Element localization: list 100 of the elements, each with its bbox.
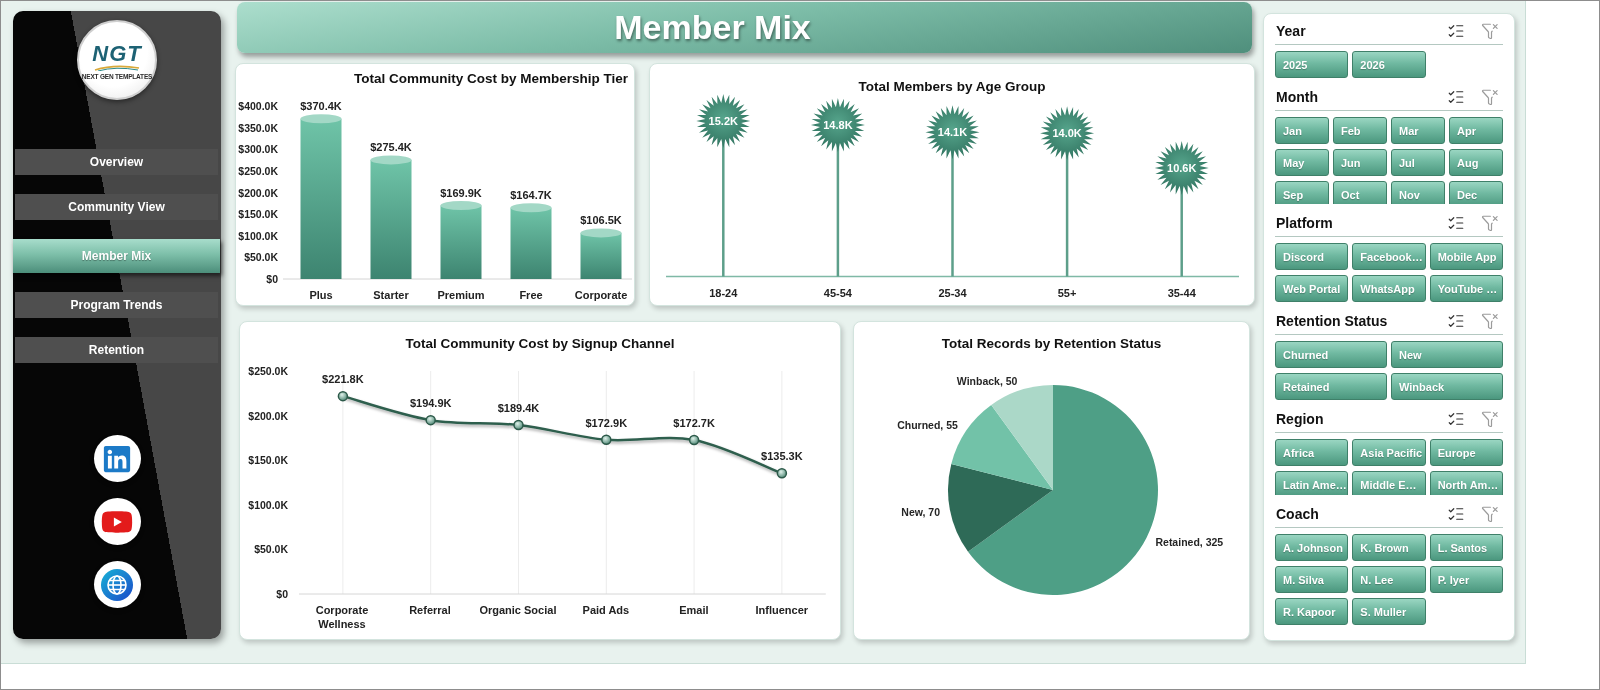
data-label: 15.2K — [708, 115, 738, 127]
data-point — [337, 390, 349, 402]
category-label: 18-24 — [709, 287, 738, 299]
swoosh-icon — [94, 65, 140, 72]
linkedin-icon — [102, 443, 132, 474]
globe-icon — [101, 568, 133, 601]
data-label: $172.9K — [585, 416, 628, 429]
category-label: Premium — [437, 289, 485, 301]
slicer-button[interactable]: Mobile App — [1429, 243, 1503, 270]
data-label: 14.8K — [823, 119, 853, 132]
slicer-button[interactable]: Web Portal — [1275, 275, 1349, 302]
data-label: Winback, 50 — [956, 374, 1018, 387]
category-label: Corporate Wellness — [314, 603, 370, 631]
chart-title: Total Community Cost by Signup Channel — [404, 335, 676, 353]
slicer-button[interactable]: M. Silva — [1275, 566, 1349, 593]
category-label: Organic Social — [479, 603, 557, 618]
clear-filter-icon[interactable] — [1481, 409, 1499, 428]
clear-filter-icon[interactable] — [1481, 21, 1499, 40]
data-label: Churned, 55 — [897, 419, 958, 432]
slicer-button[interactable]: P. Iyer — [1429, 566, 1503, 593]
data-label: $106.5K — [580, 213, 622, 226]
axis-label: $150.0K — [248, 454, 288, 467]
slicer-button[interactable]: May — [1275, 149, 1329, 176]
slicer-button[interactable]: R. Kapoor — [1275, 598, 1349, 625]
slicer-button[interactable]: Churned — [1275, 341, 1387, 368]
axis-label: $50.0K — [244, 251, 278, 264]
axis-label: $0 — [266, 273, 278, 285]
axis-label: $200.0K — [248, 409, 288, 422]
linkedin-button[interactable] — [93, 435, 141, 482]
clear-filter-icon[interactable] — [1481, 311, 1499, 330]
category-label: Plus — [309, 289, 333, 301]
slicer-button[interactable]: Apr — [1449, 117, 1503, 144]
slicer-button[interactable]: Latin Ame… — [1275, 471, 1349, 495]
clear-filter-icon[interactable] — [1481, 213, 1499, 232]
nav-item[interactable]: Community View — [15, 194, 218, 220]
data-point — [601, 434, 612, 445]
data-label: $172.7K — [673, 416, 715, 429]
axis-label: $150.0K — [238, 208, 278, 221]
nav-item[interactable]: Retention — [15, 337, 218, 363]
slicer-title: Retention Status — [1276, 312, 1389, 329]
slicer-title: Month — [1276, 88, 1319, 105]
category-label: Corporate — [574, 289, 628, 301]
slicer-button[interactable]: Oct — [1333, 181, 1387, 204]
slicer-button[interactable]: Dec — [1449, 181, 1503, 204]
slicer-button[interactable]: L. Santos — [1429, 534, 1503, 561]
data-label: $221.8K — [322, 373, 364, 386]
slicer-button[interactable]: Aug — [1449, 149, 1503, 176]
data-label: $164.7K — [510, 188, 552, 201]
data-label: 14.0K — [1052, 127, 1082, 140]
youtube-button[interactable] — [93, 498, 141, 545]
category-label: Referral — [409, 603, 451, 618]
slicer-button[interactable]: North Am… — [1429, 471, 1503, 495]
slicer-button[interactable]: A. Johnson — [1275, 534, 1349, 561]
bar — [580, 228, 622, 279]
slicer-button[interactable]: Sep — [1275, 181, 1329, 204]
clear-filter-icon[interactable] — [1481, 504, 1499, 523]
slicer-title: Platform — [1276, 214, 1334, 231]
chart-title: Total Members by Age Group — [857, 77, 1047, 96]
data-label: $135.3K — [761, 450, 803, 463]
slicer-button[interactable]: YouTube … — [1429, 275, 1503, 302]
slicer-button[interactable]: Winback — [1391, 373, 1503, 400]
nav-item[interactable]: Member Mix — [13, 239, 220, 273]
slicer-button[interactable]: Retained — [1275, 373, 1387, 400]
nav-item[interactable]: Overview — [15, 149, 218, 175]
data-label: 10.6K — [1167, 162, 1197, 175]
website-button[interactable] — [93, 561, 141, 608]
slicer-button[interactable]: Middle E… — [1352, 471, 1426, 495]
slicer-button[interactable]: 2026 — [1352, 51, 1426, 78]
logo-text: NGT — [92, 43, 142, 66]
slicer-button[interactable]: Asia Pacific — [1352, 439, 1426, 466]
slicer-button[interactable]: Mar — [1391, 117, 1445, 144]
category-label: 45-54 — [823, 287, 852, 299]
axis-label: $0 — [276, 588, 288, 600]
slicer-button[interactable]: S. Muller — [1352, 598, 1426, 625]
slicer-button[interactable]: WhatsApp — [1352, 275, 1426, 302]
slicer-button[interactable]: 2025 — [1275, 51, 1349, 78]
slicer-button[interactable]: Europe — [1429, 439, 1503, 466]
slicer-button[interactable]: Facebook… — [1352, 243, 1426, 270]
slicer-button[interactable]: Jan — [1275, 117, 1329, 144]
category-label: Free — [519, 289, 543, 301]
data-label: $275.4K — [370, 140, 412, 153]
slicer-button[interactable]: K. Brown — [1352, 534, 1426, 561]
data-label: $189.4K — [497, 402, 540, 415]
slicer-button[interactable]: Feb — [1333, 117, 1387, 144]
nav-item[interactable]: Program Trends — [15, 292, 218, 318]
axis-label: $250.0K — [238, 164, 278, 177]
slicer-button[interactable]: Africa — [1275, 439, 1349, 466]
axis-label: $50.0K — [254, 543, 288, 556]
clear-filter-icon[interactable] — [1481, 87, 1499, 106]
slicer-button[interactable]: Nov — [1391, 181, 1445, 204]
slicer-button[interactable]: Jun — [1333, 149, 1387, 176]
slicer-button[interactable]: N. Lee — [1352, 566, 1426, 593]
data-point — [425, 414, 436, 426]
category-label: 55+ — [1057, 287, 1077, 299]
axis-label: $350.0K — [238, 121, 278, 134]
slicer-button[interactable]: Discord — [1275, 243, 1349, 270]
slicer-button[interactable]: Jul — [1391, 149, 1445, 176]
category-label: Paid Ads — [582, 603, 630, 618]
chart-title: Total Records by Retention Status — [940, 335, 1163, 353]
slicer-button[interactable]: New — [1391, 341, 1503, 368]
